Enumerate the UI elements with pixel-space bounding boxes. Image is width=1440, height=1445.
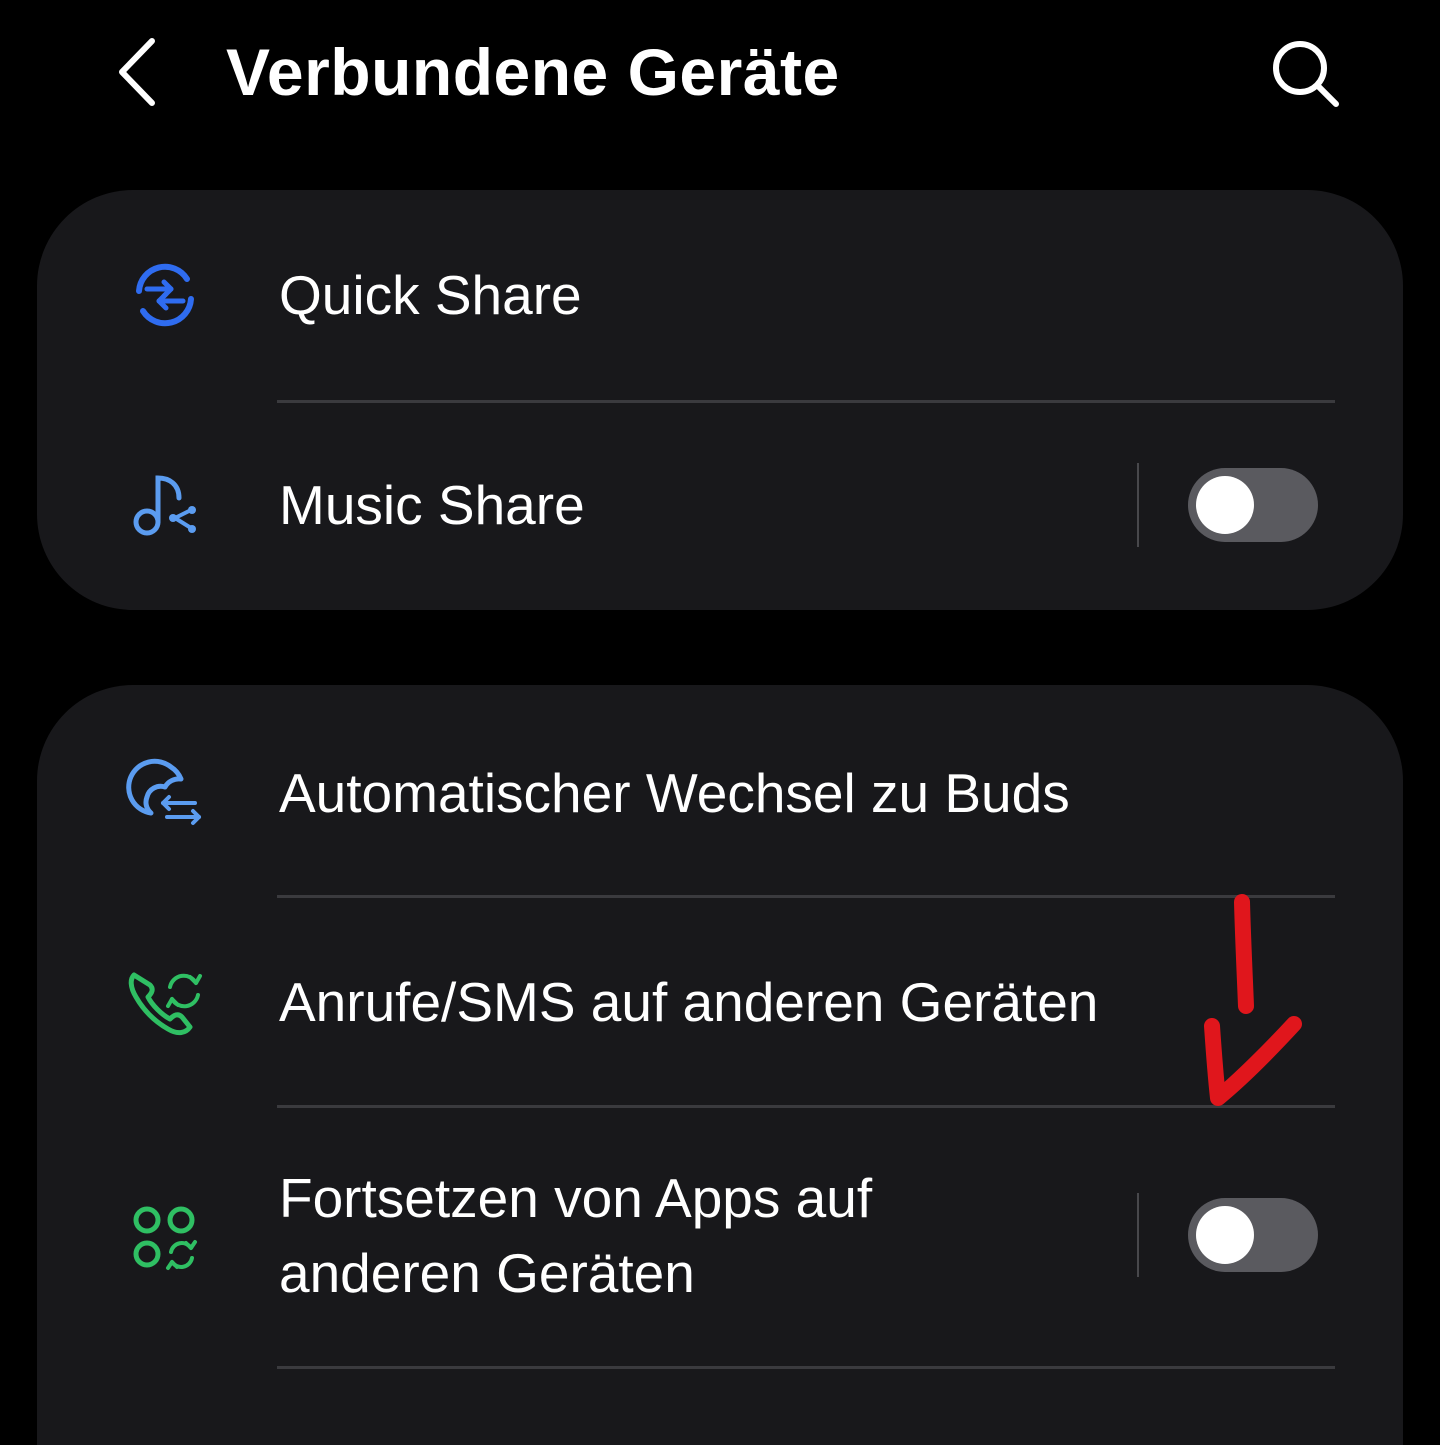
buds-switch-icon xyxy=(125,753,205,833)
settings-group-continuity: Automatischer Wechsel zu Buds Anrufe/SMS… xyxy=(37,685,1403,1445)
settings-item-label: Automatischer Wechsel zu Buds xyxy=(279,762,1070,824)
back-button[interactable] xyxy=(96,22,176,122)
settings-item-label-line2: anderen Geräten xyxy=(279,1242,695,1304)
top-app-bar: Verbundene Geräte xyxy=(0,0,1440,150)
toggle-knob xyxy=(1196,1206,1254,1264)
settings-item-label-line1: Fortsetzen von Apps auf xyxy=(279,1167,873,1229)
music-share-icon xyxy=(125,466,205,546)
call-sync-icon xyxy=(125,961,205,1041)
music-share-toggle[interactable] xyxy=(1188,468,1318,542)
settings-group-share: Quick Share Music Share xyxy=(37,190,1403,610)
quick-share-icon xyxy=(125,255,205,335)
vertical-separator xyxy=(1137,463,1139,547)
settings-item-label: Anrufe/SMS auf anderen Geräten xyxy=(279,971,1099,1033)
search-icon xyxy=(1273,41,1339,107)
settings-item-quick-share[interactable]: Quick Share xyxy=(37,190,1403,400)
toggle-knob xyxy=(1196,476,1254,534)
settings-item-music-share[interactable]: Music Share xyxy=(37,403,1403,610)
continue-apps-icon xyxy=(125,1198,205,1278)
chevron-left-icon xyxy=(119,38,155,106)
divider xyxy=(277,1366,1335,1369)
settings-item-auto-switch-buds[interactable]: Automatischer Wechsel zu Buds xyxy=(37,685,1403,895)
settings-item-continue-apps[interactable]: Fortsetzen von Apps auf anderen Geräten xyxy=(37,1108,1403,1366)
settings-item-calls-sms-other-devices[interactable]: Anrufe/SMS auf anderen Geräten xyxy=(37,898,1403,1105)
search-button[interactable] xyxy=(1256,24,1356,124)
page-title: Verbundene Geräte xyxy=(226,35,840,109)
vertical-separator xyxy=(1137,1193,1139,1277)
settings-item-label: Music Share xyxy=(279,474,585,536)
settings-item-label: Quick Share xyxy=(279,264,582,326)
continue-apps-toggle[interactable] xyxy=(1188,1198,1318,1272)
